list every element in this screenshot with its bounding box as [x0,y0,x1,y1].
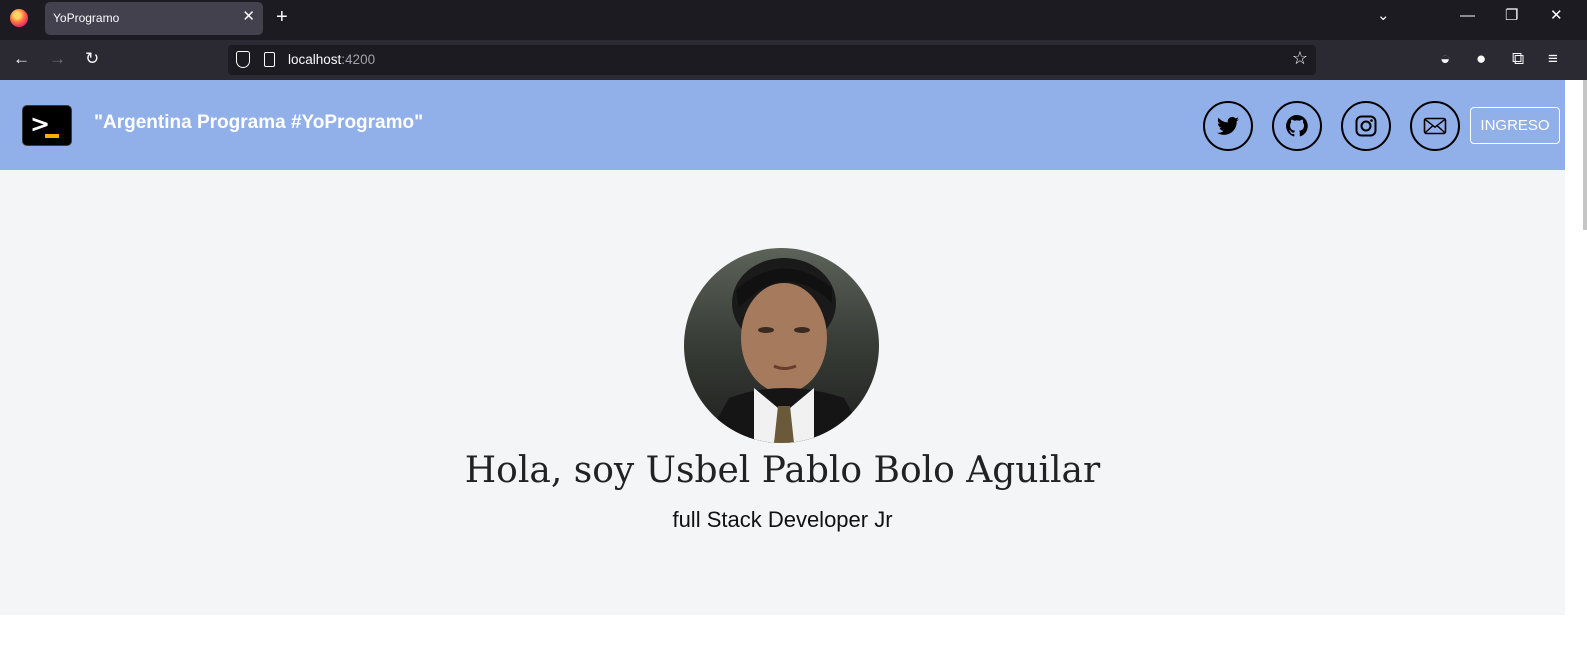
reload-icon[interactable]: ↻ [85,49,99,69]
extensions-icon[interactable]: ⧉ [1512,49,1524,69]
menu-icon[interactable]: ≡ [1548,49,1558,69]
url-text[interactable]: localhost:4200 [288,52,375,67]
instagram-icon[interactable] [1341,101,1391,151]
pocket-icon[interactable]: ◒ [1440,49,1450,69]
browser-tab[interactable]: YoProgramo ✕ [45,2,263,35]
new-tab-icon[interactable]: + [276,6,288,28]
bookmark-star-icon[interactable]: ☆ [1292,48,1308,69]
site-header: > "Argentina Programa #YoProgramo" INGRE… [0,80,1565,170]
hero-greeting: Hola, soy Usbel Pablo Bolo Aguilar [464,450,1101,491]
minimize-icon[interactable]: — [1460,6,1475,26]
twitter-icon[interactable] [1203,101,1253,151]
url-bar[interactable]: localhost:4200 ☆ [228,45,1316,75]
profile-photo [684,248,879,443]
close-window-icon[interactable]: ✕ [1550,6,1563,26]
hero-section: Hola, soy Usbel Pablo Bolo Aguilar full … [0,170,1565,615]
hero-role: full Stack Developer Jr [672,507,893,532]
shield-icon[interactable] [236,51,250,68]
tab-title: YoProgramo [53,11,120,25]
account-icon[interactable]: ● [1476,49,1486,69]
browser-nav-bar: ← → ↻ localhost:4200 ☆ ◒ ● ⧉ ≡ [0,40,1587,80]
site-title: "Argentina Programa #YoProgramo" [94,112,424,133]
page-content: > "Argentina Programa #YoProgramo" INGRE… [0,80,1587,656]
terminal-logo-icon: > [22,105,72,146]
forward-icon[interactable]: → [49,49,66,69]
scrollbar[interactable] [1583,80,1587,230]
tab-list-chevron-icon[interactable]: ⌄ [1377,6,1390,26]
login-button[interactable]: INGRESO [1470,107,1560,144]
restore-icon[interactable]: ❐ [1505,6,1518,26]
github-icon[interactable] [1272,101,1322,151]
close-tab-icon[interactable]: ✕ [242,8,255,26]
mail-icon[interactable] [1410,101,1460,151]
browser-tab-bar: YoProgramo ✕ + ⌄ — ❐ ✕ [0,0,1587,40]
firefox-logo-icon [10,9,28,27]
back-icon[interactable]: ← [13,49,30,69]
page-icon [264,52,275,67]
